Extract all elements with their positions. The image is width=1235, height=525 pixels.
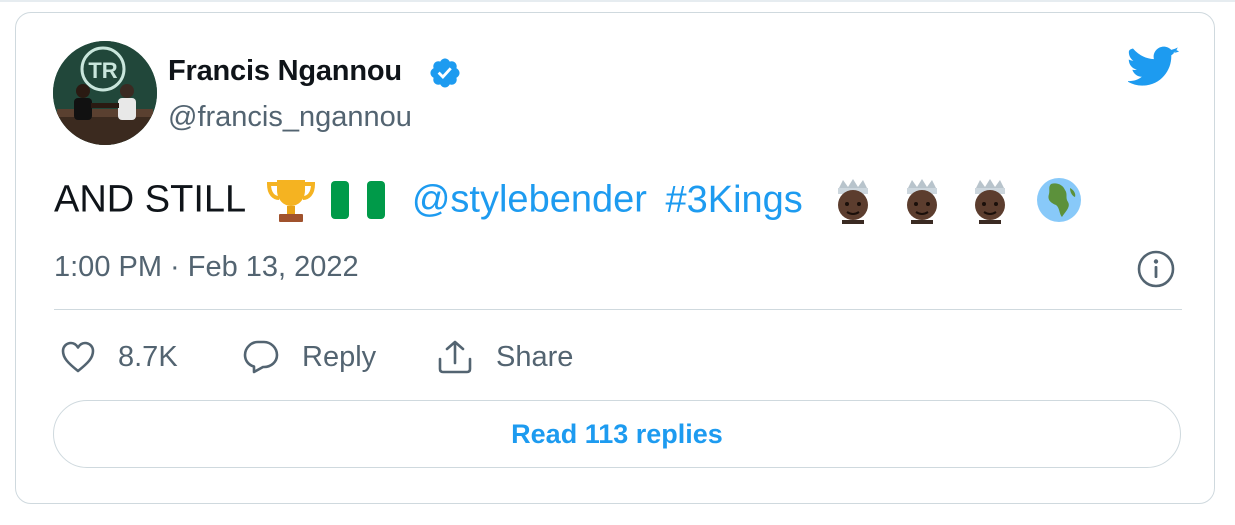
tweet-text-start: AND STILL	[54, 178, 247, 221]
mention-link[interactable]: @stylebender	[412, 179, 647, 221]
prince-emoji-icon	[975, 179, 1006, 224]
reply-label: Reply	[302, 340, 377, 373]
reply-bubble-icon	[243, 340, 279, 374]
hashtag-link[interactable]: #3Kings	[665, 179, 802, 221]
tweet-timestamp[interactable]: 1:00 PM · Feb 13, 2022	[54, 251, 359, 284]
tweet-card: TR Francis Ngannou @francis_ngannou AND …	[15, 12, 1215, 504]
trophy-emoji-icon	[266, 180, 315, 222]
heart-icon	[61, 341, 95, 373]
top-divider	[0, 0, 1235, 2]
author-name[interactable]: Francis Ngannou	[168, 55, 402, 88]
avatar[interactable]: TR	[53, 41, 157, 145]
share-label: Share	[496, 340, 574, 373]
globe-africa-emoji-icon	[1037, 178, 1082, 222]
info-icon[interactable]	[1136, 249, 1176, 289]
reply-button[interactable]: Reply	[242, 335, 376, 379]
prince-emoji-icon	[838, 179, 869, 224]
verified-badge-icon	[430, 58, 460, 88]
tweet-text: AND STILL @stylebender #3Kings	[54, 176, 1093, 224]
twitter-bird-icon[interactable]	[1128, 46, 1180, 88]
share-button[interactable]: Share	[436, 335, 573, 379]
author-handle[interactable]: @francis_ngannou	[168, 101, 412, 134]
nigeria-flag-emoji-icon	[331, 181, 386, 219]
like-button[interactable]: 8.7K	[60, 335, 178, 379]
read-replies-button[interactable]: Read 113 replies	[53, 400, 1181, 468]
like-count: 8.7K	[118, 340, 178, 373]
share-icon	[438, 340, 472, 374]
actions-divider	[54, 309, 1182, 310]
avatar-logo-text: TR	[88, 58, 117, 83]
prince-emoji-icon	[906, 179, 937, 224]
